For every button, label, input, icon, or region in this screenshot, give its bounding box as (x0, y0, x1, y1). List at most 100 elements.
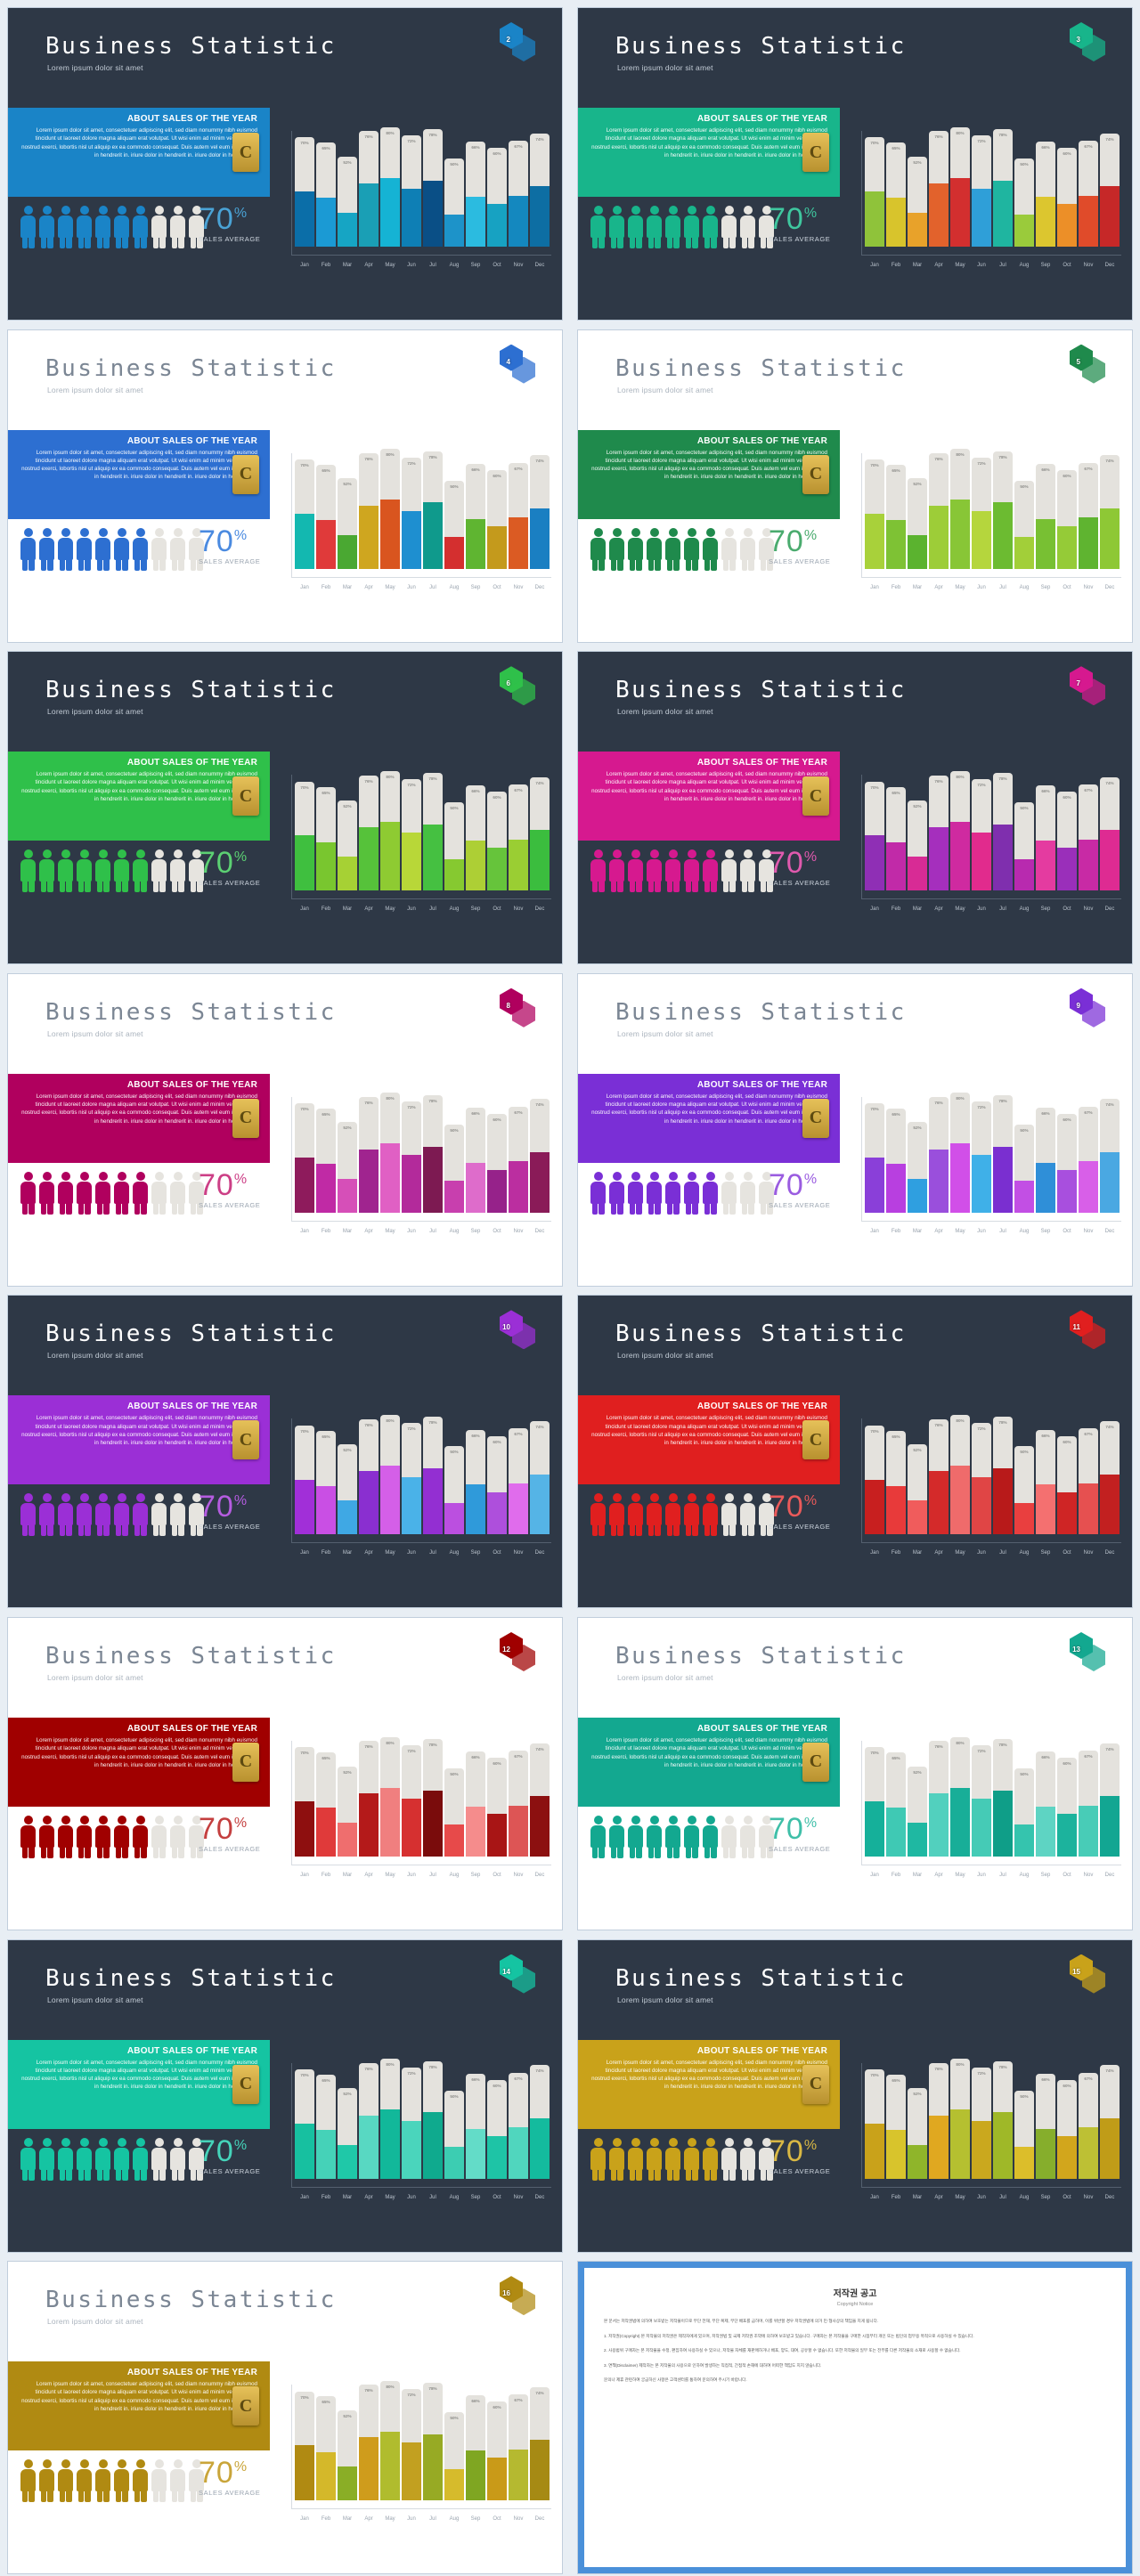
slide-number: 2 (506, 36, 510, 44)
bar-column: 76% (359, 1716, 379, 1857)
bar-column: 67% (509, 428, 528, 569)
slide-cell[interactable]: Business Statistic Lorem ipsum dolor sit… (0, 0, 570, 322)
bar-value-label: 74% (535, 1102, 544, 1108)
person-icon-filled (58, 1815, 73, 1858)
person-icon-filled (609, 1171, 624, 1215)
person-icon-filled (58, 1171, 73, 1215)
slide-14[interactable]: Business Statistic Lorem ipsum dolor sit… (8, 1939, 562, 2252)
person-icon-filled (647, 206, 662, 248)
bar-value-label: 67% (514, 788, 523, 793)
chart-y-axis (861, 1740, 862, 1865)
bar-value-label: 66% (1041, 1755, 1050, 1760)
bar-column: 72% (972, 1716, 991, 1857)
slide-15[interactable]: Business Statistic Lorem ipsum dolor sit… (578, 1939, 1132, 2252)
bar-column: 60% (1057, 106, 1077, 247)
slide-cell[interactable]: Business Statistic Lorem ipsum dolor sit… (570, 966, 1140, 1288)
slide-cell[interactable]: Business Statistic Lorem ipsum dolor sit… (0, 966, 570, 1288)
slide-8[interactable]: Business Statistic Lorem ipsum dolor sit… (8, 973, 562, 1286)
slide-cell[interactable]: Business Statistic Lorem ipsum dolor sit… (0, 2254, 570, 2576)
slide-13[interactable]: Business Statistic Lorem ipsum dolor sit… (578, 1617, 1132, 1930)
person-icon-filled (39, 1171, 54, 1215)
person-icon-filled (39, 2137, 54, 2181)
bar-value-label: 74% (1105, 1102, 1114, 1108)
bar-value-label: 78% (428, 454, 437, 459)
month-label: Mar (342, 1872, 353, 1878)
bar-track (295, 1425, 314, 1535)
bar-fill (295, 2123, 314, 2179)
bar-value-label: 50% (450, 1127, 459, 1133)
month-label: Feb (321, 584, 331, 590)
slide-2[interactable]: Business Statistic Lorem ipsum dolor sit… (8, 8, 562, 320)
bar-track (423, 1094, 443, 1213)
slide-5[interactable]: Business Statistic Lorem ipsum dolor sit… (578, 329, 1132, 642)
bar-value-label: 65% (322, 790, 330, 795)
slide-6[interactable]: Business Statistic Lorem ipsum dolor sit… (8, 652, 562, 964)
bar-value-label: 72% (977, 139, 986, 144)
slide-thumbnail-grid: Business Statistic Lorem ipsum dolor sit… (0, 0, 1140, 2576)
bar-value-label: 78% (998, 2064, 1007, 2069)
slide-3[interactable]: Business Statistic Lorem ipsum dolor sit… (578, 8, 1132, 320)
slide-cell[interactable]: 저작권 공고 Copyright Notice 본 문서는 저작권법에 의하여 보호… (570, 2254, 1140, 2576)
bar-track (509, 2394, 528, 2501)
slide-11[interactable]: Business Statistic Lorem ipsum dolor sit… (578, 1296, 1132, 1608)
person-icon-filled (39, 527, 54, 571)
slide-cell[interactable]: Business Statistic Lorem ipsum dolor sit… (570, 644, 1140, 966)
slide-7[interactable]: Business Statistic Lorem ipsum dolor sit… (578, 652, 1132, 964)
bar-track (1036, 785, 1055, 891)
chart-x-axis (291, 2186, 551, 2188)
slide-12[interactable]: Business Statistic Lorem ipsum dolor sit… (8, 1617, 562, 1930)
bar-fill (380, 177, 400, 247)
month-label: Aug (449, 1228, 460, 1234)
bar-value-label: 50% (1020, 162, 1029, 167)
coin-icon: C (232, 1098, 259, 1138)
person-icon-filled (133, 1815, 148, 1858)
month-label: Apr (364, 2516, 373, 2523)
person-icon-filled (77, 1815, 92, 1858)
slide-cell[interactable]: Business Statistic Lorem ipsum dolor sit… (0, 1288, 570, 1610)
bar-value-label: 74% (535, 1425, 544, 1430)
slide-cell[interactable]: Business Statistic Lorem ipsum dolor sit… (0, 1932, 570, 2255)
sales-info-panel: ABOUT SALES OF THE YEAR Lorem ipsum dolo… (8, 1717, 270, 1807)
bar-track (380, 1736, 400, 1857)
slide-cell[interactable]: Business Statistic Lorem ipsum dolor sit… (0, 1610, 570, 1932)
copyright-slide[interactable]: 저작권 공고 Copyright Notice 본 문서는 저작권법에 의하여 보호… (578, 2262, 1132, 2574)
slide-cell[interactable]: Business Statistic Lorem ipsum dolor sit… (570, 0, 1140, 322)
bar-fill (908, 534, 927, 569)
slide-cell[interactable]: Business Statistic Lorem ipsum dolor sit… (570, 1610, 1140, 1932)
slide-9[interactable]: Business Statistic Lorem ipsum dolor sit… (578, 973, 1132, 1286)
bar-fill (865, 513, 884, 569)
bar-column: 50% (444, 428, 464, 569)
bar-column: 72% (972, 2038, 991, 2179)
slide-10[interactable]: Business Statistic Lorem ipsum dolor sit… (8, 1296, 562, 1608)
bar-track (972, 779, 991, 891)
slide-number: 12 (502, 1645, 510, 1654)
month-label: Nov (513, 1228, 524, 1234)
slide-number-badge: 16 (493, 2276, 539, 2319)
slide-cell[interactable]: Business Statistic Lorem ipsum dolor sit… (570, 322, 1140, 645)
bar-fill (316, 519, 336, 569)
person-icon-empty (170, 1493, 185, 1537)
percent-caption: SALES AVERAGE (769, 235, 831, 243)
bar-column: 66% (466, 750, 485, 891)
person-icon-filled (684, 527, 699, 571)
person-icon-filled (58, 527, 73, 571)
slide-cell[interactable]: Business Statistic Lorem ipsum dolor sit… (0, 322, 570, 645)
month-label: Mar (912, 906, 923, 913)
bar-column: 66% (1036, 428, 1055, 569)
bar-value-label: 76% (934, 778, 943, 784)
slide-cell[interactable]: Business Statistic Lorem ipsum dolor sit… (570, 1932, 1140, 2255)
bar-value-label: 70% (300, 2072, 309, 2077)
bar-value-label: 72% (407, 1426, 416, 1432)
panel-heading: ABOUT SALES OF THE YEAR (696, 2045, 827, 2056)
month-label: Jan (300, 584, 309, 590)
month-label: Nov (513, 1872, 524, 1878)
slide-cell[interactable]: Business Statistic Lorem ipsum dolor sit… (570, 1288, 1140, 1610)
bar-track (993, 128, 1013, 247)
bar-track (316, 1430, 336, 1535)
slide-cell[interactable]: Business Statistic Lorem ipsum dolor sit… (0, 644, 570, 966)
bar-track (865, 137, 884, 247)
slide-16[interactable]: Business Statistic Lorem ipsum dolor sit… (8, 2262, 562, 2574)
bar-value-label: 67% (1084, 143, 1093, 149)
sales-average-stat: 70% SALES AVERAGE (769, 848, 830, 887)
slide-4[interactable]: Business Statistic Lorem ipsum dolor sit… (8, 329, 562, 642)
